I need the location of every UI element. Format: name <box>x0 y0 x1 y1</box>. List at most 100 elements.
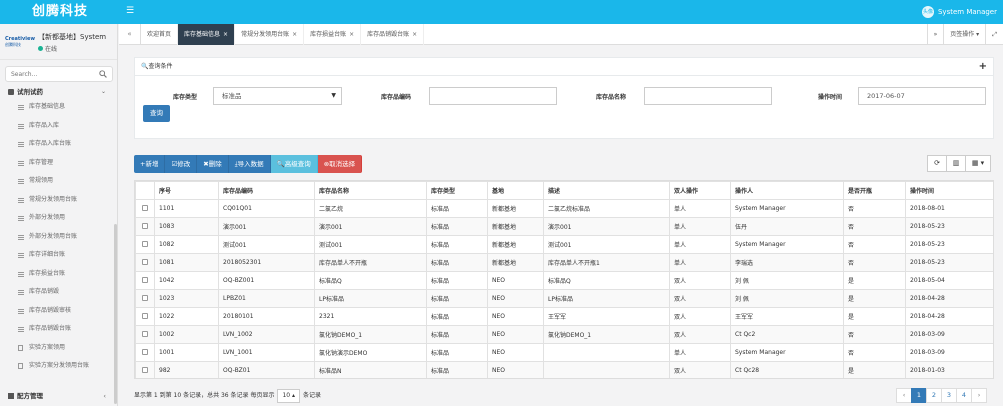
refresh-icon[interactable]: ⟳ <box>927 155 947 172</box>
name-field[interactable] <box>644 87 772 105</box>
sidebar-item-label: 库存品入库台账 <box>29 140 72 147</box>
table-cell: 单人 <box>669 253 731 272</box>
delete-button[interactable]: ✖删除 <box>197 155 229 173</box>
export-icon[interactable]: ▦ ▾ <box>965 155 991 172</box>
table-cell: 标准品 <box>426 235 488 254</box>
user-menu[interactable]: 头像 System Manager <box>921 5 997 19</box>
row-checkbox[interactable] <box>142 276 148 283</box>
sidebar-item[interactable]: 库存品销毁 <box>0 283 118 302</box>
close-icon[interactable]: × <box>292 31 297 38</box>
close-icon[interactable]: × <box>412 31 417 38</box>
table-cell: OQ-BZ01 <box>218 361 315 378</box>
page-button[interactable]: 3 <box>941 388 957 403</box>
row-checkbox[interactable] <box>142 366 148 373</box>
search-icon[interactable] <box>99 70 107 78</box>
table-row[interactable]: 1042 OQ-BZ001 标准品Q 标准品 NEO 标准品Q 双人刘 佩是 2018-05-… <box>135 271 993 290</box>
row-checkbox[interactable] <box>142 348 148 355</box>
close-icon[interactable]: × <box>223 31 228 38</box>
tab-item[interactable]: 库存基础信息 × <box>178 24 236 45</box>
sidebar-item-label: 外部分发领用台账 <box>29 232 78 240</box>
tab-item[interactable]: 常规分发领用台账 × <box>235 24 305 45</box>
sidebar-item[interactable]: 库存品入库台账 <box>0 135 118 154</box>
page-ops-dropdown[interactable]: 页签操作 ▾ <box>943 24 985 45</box>
table-cell: 标准品 <box>426 199 488 218</box>
import-button[interactable]: ⤓导入数据 <box>228 155 271 173</box>
table-cell: 否 <box>843 199 906 218</box>
next-page-button[interactable]: › <box>971 388 987 403</box>
online-status: 在线 <box>38 44 57 53</box>
table-cell: 2321 <box>314 307 427 326</box>
tab-bar: « 欢迎首页 库存基础信息 × 常规分发领用台账 × 库存损益台账 × 库存品销毁台账 × » … <box>119 24 1003 45</box>
query-title: 查询条件 <box>148 63 173 70</box>
row-checkbox[interactable] <box>142 204 148 211</box>
flask-icon <box>8 89 14 95</box>
sidebar-item[interactable]: 库存品入库 <box>0 117 118 136</box>
nav-group-reagents[interactable]: 试剂试药 ⌄ <box>0 86 118 98</box>
edit-button[interactable]: ☑修改 <box>165 155 198 173</box>
sidebar-item[interactable]: 实验方案领用 <box>0 339 118 358</box>
sidebar-item[interactable]: 实验方案分发领用台账 <box>0 357 118 376</box>
row-checkbox[interactable] <box>142 294 148 301</box>
table-row[interactable]: 1022 20180101 2321 标准品 NEO 王军军 双人 王军军是 2018-04-2… <box>135 307 993 326</box>
table-toolbar: +新增 ☑修改 ✖删除 ⤓导入数据 🔍高级查询 ⊗取消选择 <box>134 155 363 173</box>
row-checkbox[interactable] <box>142 330 148 337</box>
tab-scroll-left-button[interactable]: « <box>119 24 141 45</box>
row-checkbox[interactable] <box>142 240 148 247</box>
advanced-search-button[interactable]: 🔍高级查询 <box>270 155 318 173</box>
search-button[interactable]: 查询 <box>143 105 170 122</box>
table-row[interactable]: 1082 测试001 测试001 标准品 新都基地 测试001 单人 System Manag… <box>135 235 993 254</box>
page-button[interactable]: 1 <box>911 388 927 403</box>
sidebar-item[interactable]: 常规领用 <box>0 172 118 191</box>
tab-item[interactable]: 库存品销毁台账 × <box>361 24 425 45</box>
type-select[interactable]: 标准品 ▼ <box>213 87 342 105</box>
sidebar-item[interactable]: 库存损益台账 <box>0 265 118 284</box>
row-checkbox[interactable] <box>142 258 148 265</box>
code-field[interactable] <box>429 87 557 105</box>
cancel-selection-button[interactable]: ⊗取消选择 <box>317 155 363 173</box>
sidebar-item[interactable]: 库存品销毁审核 <box>0 302 118 321</box>
add-button[interactable]: +新增 <box>134 155 166 173</box>
expand-icon[interactable]: + <box>979 58 987 76</box>
column-header: 是否开瓶 <box>843 181 906 200</box>
row-checkbox[interactable] <box>142 222 148 229</box>
table-cell: 测试001 <box>218 235 315 254</box>
sidebar-item[interactable]: 外部分发领用 <box>0 209 118 228</box>
tab-item[interactable]: 库存损益台账 × <box>304 24 362 45</box>
sidebar-scrollbar[interactable] <box>114 224 117 404</box>
search-input[interactable] <box>6 67 94 81</box>
close-icon[interactable]: × <box>349 31 354 38</box>
table-cell: 王军军 <box>730 307 844 326</box>
sidebar-item[interactable]: 库存管理 <box>0 154 118 173</box>
column-header: 库存品编码 <box>218 181 315 200</box>
page-button[interactable]: 4 <box>956 388 972 403</box>
sidebar-item[interactable]: 外部分发领用台账 <box>0 228 118 247</box>
row-checkbox[interactable] <box>142 312 148 319</box>
columns-icon[interactable]: ▥ <box>946 155 966 172</box>
page-size-select[interactable]: 10 ▴ <box>277 389 301 403</box>
prev-page-button[interactable]: ‹ <box>896 388 912 403</box>
sidebar-item[interactable]: 常规分发领用台账 <box>0 191 118 210</box>
tab-item[interactable]: 欢迎首页 <box>141 24 179 45</box>
fullscreen-icon[interactable]: ⤢ <box>985 24 1003 45</box>
table-row[interactable]: 1083 演示001 演示001 标准品 新都基地 演示001 单人 伍丹否 2018-05-2… <box>135 217 993 236</box>
table-row[interactable]: 1002 LVN_1002 氯化钠DEMO_1 标准品 NEO 氯化钠DEMO_1 双人 Ct… <box>135 325 993 344</box>
table-row[interactable]: 1101 CQ01Q01 二氯乙烷 标准品 新都基地 二氯乙烷标准品 单人 System Ma… <box>135 199 993 218</box>
sidebar-item-label: 库存品销毁审核 <box>29 306 72 314</box>
hamburger-icon[interactable]: ☰ <box>126 6 134 16</box>
page-button[interactable]: 2 <box>926 388 942 403</box>
sidebar-item-label: 库存详细台账 <box>29 251 66 258</box>
table-row[interactable]: 1023 LPBZ01 LP标准品 标准品 NEO LP标准品 双人刘 佩是 2018-04-… <box>135 289 993 308</box>
sidebar-item[interactable]: 库存详细台账 <box>0 246 118 265</box>
column-header: 库存类型 <box>426 181 488 200</box>
row-checkbox-cell <box>135 361 155 378</box>
table-cell: 是 <box>843 271 906 290</box>
select-all-header[interactable] <box>135 181 155 200</box>
sidebar-item[interactable]: 库存品销毁台账 <box>0 320 118 339</box>
nav-group-formula[interactable]: 配方管理 ‹ <box>0 390 118 402</box>
time-field[interactable]: 2017-06-07 <box>858 87 986 105</box>
table-row[interactable]: 1001 LVN_1001 氯化钠演示DEMO 标准品 NEO 单人 System Mana… <box>135 343 993 362</box>
tab-scroll-right-button[interactable]: » <box>926 24 944 45</box>
sidebar-item[interactable]: 库存基础信息 <box>0 98 118 117</box>
table-row[interactable]: 982 OQ-BZ01 标准品N 标准品 NEO 双人 Ct Qc28 是 2018-01-03 <box>135 361 993 378</box>
table-row[interactable]: 1081 2018052301 库存品单人不开瓶 标准品 新都基地 库存品单人不开瓶1 单人… <box>135 253 993 272</box>
